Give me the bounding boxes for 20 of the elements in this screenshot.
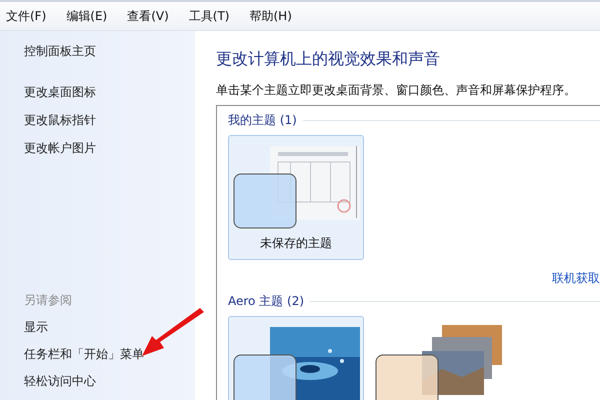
menu-item[interactable]: 查看(V) — [127, 8, 169, 24]
theme-tile[interactable]: 未保存的主题 — [228, 135, 364, 260]
theme-name: 未保存的主题 — [260, 235, 332, 252]
sidebar-link[interactable]: 更改帐户图片 — [24, 140, 96, 157]
menu-item[interactable]: 编辑(E) — [66, 8, 108, 24]
online-link[interactable]: 联机获取 — [552, 270, 600, 287]
sidebar-link[interactable]: 更改桌面图标 — [24, 84, 96, 101]
sidebar-link[interactable]: 轻松访问中心 — [24, 373, 96, 390]
description: 单击某个主题立即更改桌面背景、窗口颜色、声音和屏幕保护程序。 — [216, 82, 577, 99]
see-also-title: 另请参阅 — [24, 292, 72, 309]
sidebar-link[interactable]: 显示 — [24, 319, 48, 336]
sidebar-link[interactable]: 更改鼠标指针 — [24, 112, 96, 129]
menu-item[interactable]: 文件(F) — [6, 8, 46, 24]
sidebar-link[interactable]: 任务栏和「开始」菜单 — [24, 346, 144, 363]
menu-item[interactable]: 帮助(H) — [250, 8, 292, 24]
sidebar-link[interactable]: 控制面板主页 — [24, 43, 96, 60]
group-title: Aero 主题 (2) — [228, 293, 304, 310]
menu-item[interactable]: 工具(T) — [188, 8, 230, 24]
page-heading: 更改计算机上的视觉效果和声音 — [216, 49, 441, 70]
group-title: 我的主题 (1) — [228, 112, 297, 129]
